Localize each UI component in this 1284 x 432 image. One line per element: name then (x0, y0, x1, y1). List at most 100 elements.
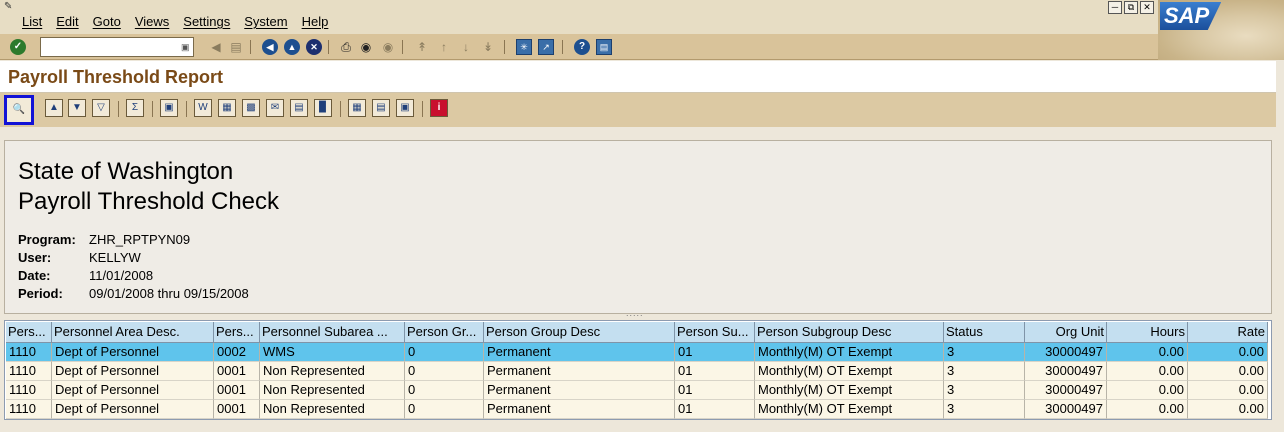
table-cell[interactable]: WMS (260, 343, 405, 362)
select-layout-button[interactable]: ▤ (372, 99, 390, 117)
table-cell[interactable]: 0.00 (1188, 343, 1268, 362)
column-header[interactable]: Hours (1107, 322, 1188, 343)
table-cell[interactable]: 1110 (6, 343, 52, 362)
menu-help[interactable]: Help (302, 14, 329, 29)
table-row[interactable]: 1110 Dept of Personnel 0001 Non Represen… (6, 381, 1268, 400)
menu-goto[interactable]: Goto (93, 14, 121, 29)
last-page-icon[interactable]: ↡ (480, 39, 496, 55)
menu-list[interactable]: List (22, 14, 42, 29)
first-page-icon[interactable]: ↟ (414, 39, 430, 55)
menu-settings[interactable]: Settings (183, 14, 230, 29)
table-cell[interactable]: 0001 (214, 400, 260, 419)
word-processing-button[interactable]: W (194, 99, 212, 117)
command-field[interactable]: ▣ (40, 37, 194, 57)
column-header[interactable]: Personnel Subarea ... (260, 322, 405, 343)
table-cell[interactable]: Permanent (484, 343, 675, 362)
minimize-icon[interactable]: ─ (1108, 1, 1122, 14)
cancel-icon[interactable]: ✕ (306, 39, 322, 55)
table-cell[interactable]: 30000497 (1025, 343, 1107, 362)
restore-icon[interactable]: ⧉ (1124, 1, 1138, 14)
column-header[interactable]: Person Gr... (405, 322, 484, 343)
column-header[interactable]: Pers... (214, 322, 260, 343)
table-cell[interactable]: 3 (944, 343, 1025, 362)
table-cell[interactable]: Permanent (484, 400, 675, 419)
table-cell[interactable]: Dept of Personnel (52, 362, 214, 381)
table-row[interactable]: 1110 Dept of Personnel 0001 Non Represen… (6, 400, 1268, 419)
table-cell[interactable]: Monthly(M) OT Exempt (755, 362, 944, 381)
total-button[interactable]: Σ (126, 99, 144, 117)
table-cell[interactable]: 30000497 (1025, 362, 1107, 381)
filter-button[interactable]: ▼ (68, 99, 86, 117)
table-cell[interactable]: Dept of Personnel (52, 343, 214, 362)
table-cell[interactable]: 3 (944, 400, 1025, 419)
table-cell[interactable]: Non Represented (260, 400, 405, 419)
table-cell[interactable]: 0001 (214, 381, 260, 400)
table-cell[interactable]: 0 (405, 381, 484, 400)
find-next-icon[interactable]: ◉ (380, 39, 396, 55)
table-cell[interactable]: 01 (675, 362, 755, 381)
set-filter-button[interactable]: ▽ (92, 99, 110, 117)
table-cell[interactable]: 3 (944, 381, 1025, 400)
print-icon[interactable]: ⎙ (338, 39, 354, 55)
table-cell[interactable]: Dept of Personnel (52, 400, 214, 419)
table-cell[interactable]: 0.00 (1107, 343, 1188, 362)
column-header[interactable]: Person Group Desc (484, 322, 675, 343)
column-header[interactable]: Org Unit (1025, 322, 1107, 343)
details-button[interactable]: 🔍 (4, 95, 34, 125)
enter-check-icon[interactable]: ✓ (10, 39, 26, 55)
send-button[interactable]: ✉ (266, 99, 284, 117)
column-header[interactable]: Personnel Area Desc. (52, 322, 214, 343)
save-layout-button[interactable]: ▣ (396, 99, 414, 117)
splitter-handle[interactable]: ..... (626, 308, 644, 318)
table-cell[interactable]: 01 (675, 381, 755, 400)
table-cell[interactable]: 0.00 (1107, 362, 1188, 381)
table-cell[interactable]: 0.00 (1107, 381, 1188, 400)
table-cell[interactable]: 0001 (214, 362, 260, 381)
spreadsheet-button[interactable]: ▦ (218, 99, 236, 117)
table-cell[interactable]: 0.00 (1188, 381, 1268, 400)
abc-analysis-button[interactable]: ▤ (290, 99, 308, 117)
table-cell[interactable]: 0 (405, 362, 484, 381)
table-cell[interactable]: 1110 (6, 362, 52, 381)
save-icon[interactable]: ▤ (228, 39, 244, 55)
table-cell[interactable]: 1110 (6, 381, 52, 400)
back-icon[interactable]: ◀ (262, 39, 278, 55)
graphic-button[interactable]: ▉ (314, 99, 332, 117)
column-header[interactable]: Pers... (6, 322, 52, 343)
sort-ascending-button[interactable]: ▲ (45, 99, 63, 117)
table-cell[interactable]: 30000497 (1025, 381, 1107, 400)
find-icon[interactable]: ◉ (358, 39, 374, 55)
table-cell[interactable]: 0 (405, 343, 484, 362)
help-icon[interactable]: ? (574, 39, 590, 55)
menu-edit[interactable]: Edit (56, 14, 78, 29)
table-cell[interactable]: 0.00 (1188, 362, 1268, 381)
table-row-selected[interactable]: 1110 Dept of Personnel 0002 WMS 0 Perman… (6, 343, 1268, 362)
system-menu-icon[interactable]: ✎ (4, 1, 18, 12)
next-page-icon[interactable]: ↓ (458, 39, 474, 55)
table-cell[interactable]: 01 (675, 343, 755, 362)
table-cell[interactable]: 0.00 (1188, 400, 1268, 419)
layout-menu-icon[interactable]: ▤ (596, 39, 612, 55)
table-cell[interactable]: 1110 (6, 400, 52, 419)
print-preview-button[interactable]: ▣ (160, 99, 178, 117)
table-cell[interactable]: Dept of Personnel (52, 381, 214, 400)
back-arrow-icon[interactable]: ◀ (208, 39, 224, 55)
exit-icon[interactable]: ▲ (284, 39, 300, 55)
column-header[interactable]: Person Su... (675, 322, 755, 343)
table-cell[interactable]: 0 (405, 400, 484, 419)
local-file-button[interactable]: ▩ (242, 99, 260, 117)
create-session-icon[interactable]: ✳ (516, 39, 532, 55)
table-cell[interactable]: Non Represented (260, 381, 405, 400)
table-cell[interactable]: Monthly(M) OT Exempt (755, 343, 944, 362)
table-cell[interactable]: 0002 (214, 343, 260, 362)
table-cell[interactable]: Non Represented (260, 362, 405, 381)
menu-system[interactable]: System (244, 14, 287, 29)
table-cell[interactable]: Permanent (484, 362, 675, 381)
previous-page-icon[interactable]: ↑ (436, 39, 452, 55)
table-cell[interactable]: 0.00 (1107, 400, 1188, 419)
column-header[interactable]: Rate (1188, 322, 1268, 343)
column-header[interactable]: Status (944, 322, 1025, 343)
command-history-icon[interactable]: ▣ (181, 41, 191, 53)
table-cell[interactable]: 3 (944, 362, 1025, 381)
shortcut-icon[interactable]: ↗ (538, 39, 554, 55)
